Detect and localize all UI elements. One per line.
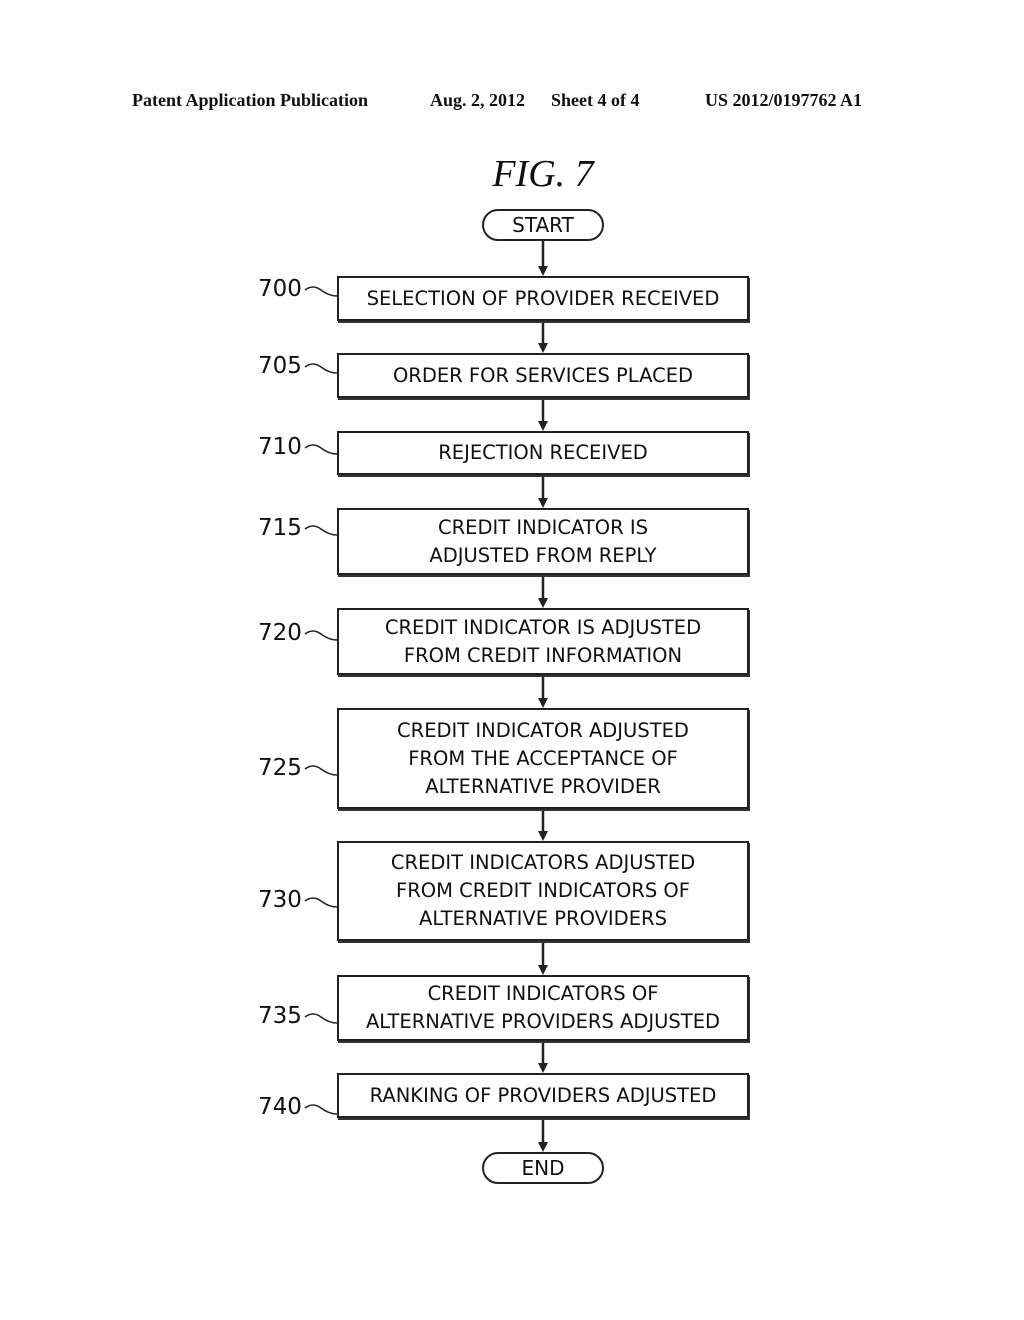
step-box-735: CREDIT INDICATORS OF ALTERNATIVE PROVIDER… bbox=[337, 975, 749, 1041]
step-box-740: RANKING OF PROVIDERS ADJUSTED bbox=[337, 1073, 749, 1118]
step-text-line: FROM THE ACCEPTANCE OF bbox=[408, 746, 678, 770]
step-box-720: CREDIT INDICATOR IS ADJUSTED FROM CREDIT … bbox=[337, 608, 749, 675]
reference-numeral-740: 740 bbox=[258, 1094, 302, 1120]
reference-numeral-705: 705 bbox=[258, 353, 302, 379]
step-text-line: CREDIT INDICATOR IS ADJUSTED bbox=[384, 615, 702, 639]
leader-line-720 bbox=[304, 630, 338, 641]
connector-to-710-arrowhead bbox=[538, 421, 548, 431]
connector-to-700-arrowhead bbox=[538, 266, 548, 276]
step-text-line: ORDER FOR SERVICES PLACED bbox=[392, 363, 694, 387]
step-box-705: ORDER FOR SERVICES PLACED bbox=[337, 353, 749, 398]
step-text-line: ALTERNATIVE PROVIDERS bbox=[419, 907, 667, 930]
step-box-710: REJECTION RECEIVED bbox=[337, 431, 749, 475]
step-box-700: SELECTION OF PROVIDER RECEIVED bbox=[337, 276, 749, 321]
leader-line-700 bbox=[304, 286, 338, 297]
step-box-715: CREDIT INDICATOR IS ADJUSTED FROM REPLY bbox=[337, 508, 749, 575]
reference-numeral-715: 715 bbox=[258, 515, 302, 541]
step-text-line: ALTERNATIVE PROVIDER bbox=[425, 774, 661, 798]
reference-numeral-735: 735 bbox=[258, 1003, 302, 1029]
step-text-line: CREDIT INDICATOR ADJUSTED bbox=[397, 718, 689, 742]
step-text-line: CREDIT INDICATORS OF bbox=[427, 982, 659, 1005]
reference-numeral-710: 710 bbox=[258, 434, 302, 460]
step-text-line: CREDIT INDICATOR IS bbox=[437, 515, 649, 539]
step-text-line: REJECTION RECEIVED bbox=[438, 441, 648, 464]
leader-line-725 bbox=[304, 765, 338, 776]
leader-line-740 bbox=[304, 1104, 338, 1115]
reference-numeral-725: 725 bbox=[258, 755, 302, 781]
leader-line-730 bbox=[304, 897, 338, 908]
connector-to-740-arrowhead bbox=[538, 1063, 548, 1073]
step-text-line: FROM CREDIT INFORMATION bbox=[403, 643, 683, 667]
connector-to-725-arrowhead bbox=[538, 698, 548, 708]
step-text-line: FROM CREDIT INDICATORS OF bbox=[396, 879, 690, 902]
start-terminal: START bbox=[482, 209, 604, 241]
connector-to-730-arrowhead bbox=[538, 831, 548, 841]
connector-to-720-arrowhead bbox=[538, 598, 548, 608]
leader-line-735 bbox=[304, 1013, 338, 1024]
step-box-730: CREDIT INDICATORS ADJUSTED FROM CREDIT IN… bbox=[337, 841, 749, 941]
end-terminal: END bbox=[482, 1152, 604, 1184]
leader-line-710 bbox=[304, 444, 338, 455]
reference-numeral-720: 720 bbox=[258, 620, 302, 646]
connector-to-735-arrowhead bbox=[538, 965, 548, 975]
step-text-line: RANKING OF PROVIDERS ADJUSTED bbox=[369, 1083, 717, 1107]
step-box-725: CREDIT INDICATOR ADJUSTED FROM THE ACCEPT… bbox=[337, 708, 749, 809]
reference-numeral-700: 700 bbox=[258, 276, 302, 302]
step-text-line: CREDIT INDICATORS ADJUSTED bbox=[390, 851, 696, 874]
leader-line-715 bbox=[304, 525, 338, 536]
connector-to-705-arrowhead bbox=[538, 343, 548, 353]
connector-to-715-arrowhead bbox=[538, 498, 548, 508]
step-text-line: SELECTION OF PROVIDER RECEIVED bbox=[366, 286, 720, 310]
connector-to-end-arrowhead bbox=[538, 1142, 548, 1152]
step-text-line: ALTERNATIVE PROVIDERS ADJUSTED bbox=[365, 1010, 721, 1033]
reference-numeral-730: 730 bbox=[258, 887, 302, 913]
step-text-line: ADJUSTED FROM REPLY bbox=[429, 543, 657, 567]
leader-line-705 bbox=[304, 363, 338, 374]
